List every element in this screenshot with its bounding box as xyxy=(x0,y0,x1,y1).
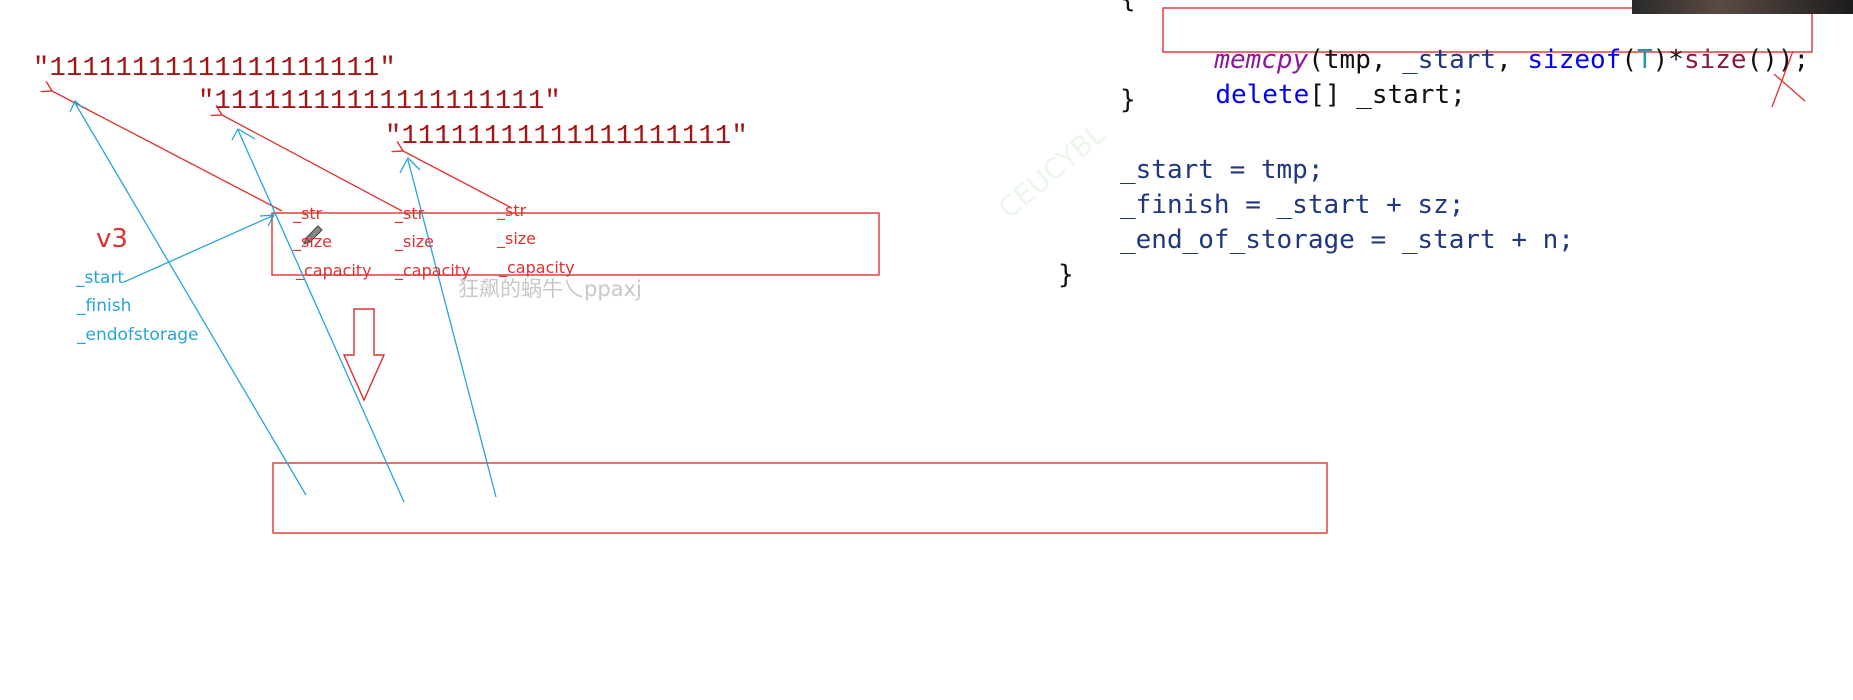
field-size-2: _size xyxy=(395,232,435,251)
delete-keyword: delete xyxy=(1215,80,1310,110)
code-line-assign-end: _end_of_storage = _start + n; xyxy=(1120,225,1574,255)
field-size-3: _size xyxy=(497,229,537,248)
code-line-assign-finish: _finish = _start + sz; xyxy=(1120,190,1465,220)
code-line-close-brace-inner: } xyxy=(1120,85,1136,115)
webcam-overlay xyxy=(1632,0,1853,14)
string-literal-3: "11111111111111111111" xyxy=(385,122,749,152)
code-token: ()); xyxy=(1746,45,1810,75)
string-literal-2: "11111111111111111111" xyxy=(198,87,562,117)
down-arrow xyxy=(342,308,386,402)
start-pointer-arrow xyxy=(123,215,273,283)
vector-field-endofstorage: _endofstorage xyxy=(77,325,199,345)
copy-line-2 xyxy=(237,129,405,503)
vector-name: v3 xyxy=(96,224,128,254)
code-token: [] _start; xyxy=(1309,80,1466,110)
code-line-open-brace: { xyxy=(1120,0,1136,14)
field-str-3: _str xyxy=(497,201,527,220)
code-line-assign-start: _start = tmp; xyxy=(1120,155,1324,185)
code-line-close-brace-outer: } xyxy=(1058,260,1074,290)
new-storage-box xyxy=(272,462,1328,534)
code-token: , xyxy=(1496,45,1528,75)
str-arrow-2 xyxy=(222,115,403,212)
sizeof-keyword: sizeof xyxy=(1527,45,1622,75)
field-str-2: _str xyxy=(395,204,425,223)
code-token: ( xyxy=(1621,45,1637,75)
str-arrow-3 xyxy=(403,151,511,208)
size-call: size xyxy=(1683,45,1747,75)
code-line-delete: delete[] _start; xyxy=(1184,50,1466,110)
field-capacity-1: _capacity xyxy=(296,261,372,280)
vector-field-start: _start xyxy=(76,268,125,288)
vector-field-finish: _finish xyxy=(77,296,132,316)
code-token: )* xyxy=(1652,45,1684,75)
field-str-1: _str xyxy=(293,204,323,223)
field-size-1: _size xyxy=(293,232,333,251)
watermark-text: 狂飙的蜗牛乀ppaxj xyxy=(458,277,642,301)
string-literal-1: "11111111111111111111" xyxy=(33,54,397,84)
type-param: T xyxy=(1636,45,1653,75)
